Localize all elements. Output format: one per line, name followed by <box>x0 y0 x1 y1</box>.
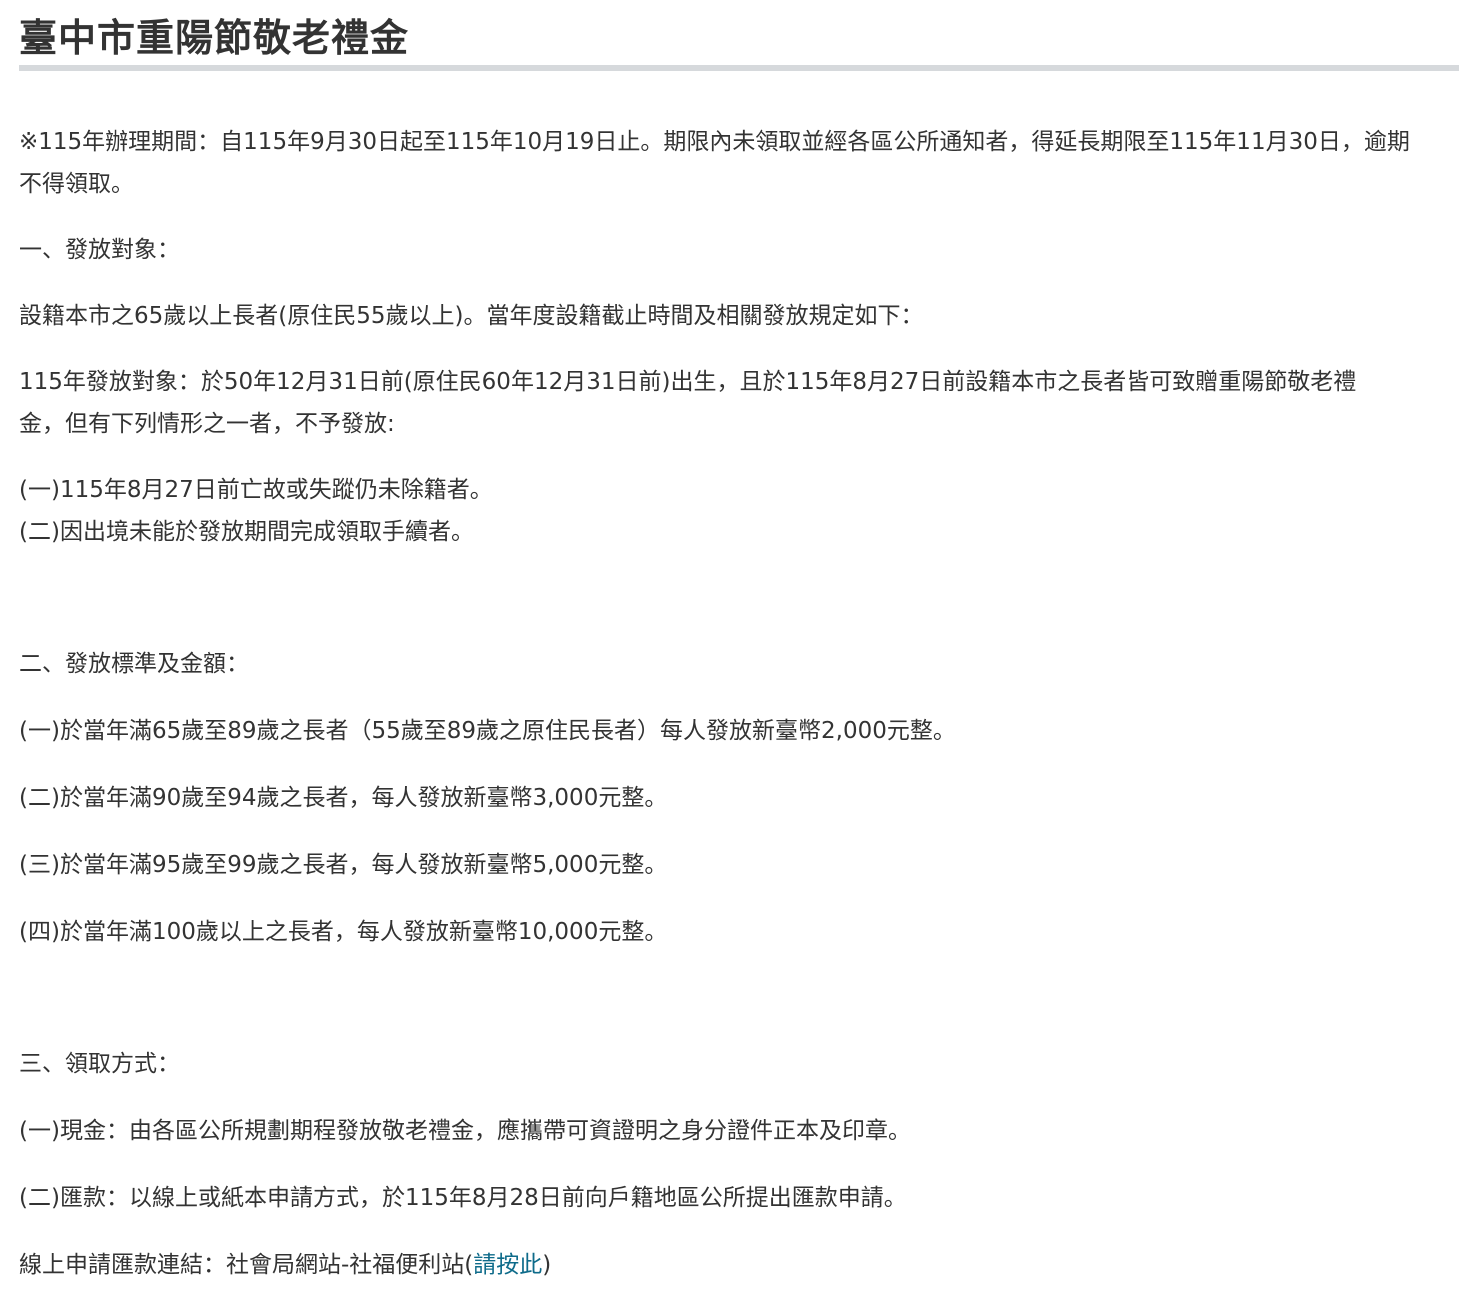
click-here-link[interactable]: 請按此 <box>473 1252 542 1278</box>
amount-item: (三)於當年滿95歲至99歲之長者，每人發放新臺幣5,000元整。 <box>19 852 668 878</box>
online-application-close: ) <box>542 1252 552 1278</box>
article-body: ※115年辦理期間：自115年9月30日起至115年10月19日止。期限內未領取… <box>19 121 1459 1286</box>
title-divider <box>19 65 1459 71</box>
section-1-target-line-1: 115年發放對象：於50年12月31日前(原住民60年12月31日前)出生，且於… <box>19 369 1357 395</box>
online-application-line: 線上申請匯款連結：社會局網站-社福便利站(請按此) <box>19 1244 1459 1286</box>
amount-item: (一)於當年滿65歲至89歲之長者（55歲至89歲之原住民長者）每人發放新臺幣2… <box>19 718 956 744</box>
section-1-heading: 一、發放對象： <box>19 237 180 263</box>
amount-item: (二)於當年滿90歲至94歲之長者，每人發放新臺幣3,000元整。 <box>19 785 668 811</box>
exclusion-item: (一)115年8月27日前亡故或失蹤仍未除籍者。 <box>19 477 493 503</box>
notice-line-2: 不得領取。 <box>19 171 134 197</box>
exclusion-item: (二)因出境未能於發放期間完成領取手續者。 <box>19 519 474 545</box>
section-2-heading: 二、發放標準及金額： <box>19 651 249 677</box>
section-1-target-line-2: 金，但有下列情形之一者，不予發放: <box>19 411 395 437</box>
section-3-heading: 三、領取方式： <box>19 1051 180 1077</box>
online-application-label: 線上申請匯款連結：社會局網站-社福便利站( <box>19 1252 474 1278</box>
notice-line-1: ※115年辦理期間：自115年9月30日起至115年10月19日止。期限內未領取… <box>19 129 1410 155</box>
section-1-intro: 設籍本市之65歲以上長者(原住民55歲以上)。當年度設籍截止時間及相關發放規定如… <box>19 303 924 329</box>
method-item: (一)現金：由各區公所規劃期程發放敬老禮金，應攜帶可資證明之身分證件正本及印章。 <box>19 1118 911 1144</box>
page-title: 臺中市重陽節敬老禮金 <box>19 16 410 60</box>
method-item: (二)匯款：以線上或紙本申請方式，於115年8月28日前向戶籍地區公所提出匯款申… <box>19 1185 907 1211</box>
amount-item: (四)於當年滿100歲以上之長者，每人發放新臺幣10,000元整。 <box>19 919 668 945</box>
article: 臺中市重陽節敬老禮金 ※115年辦理期間：自115年9月30日起至115年10月… <box>19 0 1459 1286</box>
